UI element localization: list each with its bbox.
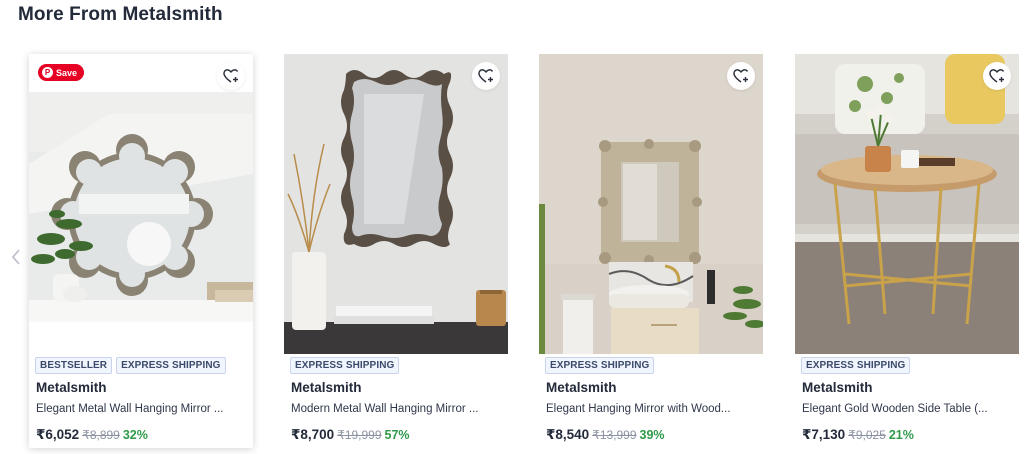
wishlist-icon[interactable] [472,62,500,90]
save-label: Save [56,67,78,78]
price-row: ₹8,540 ₹13,999 39% [546,427,665,443]
express-shipping-tag: EXPRESS SHIPPING [801,357,911,374]
product-discount: 39% [639,428,665,442]
product-mrp: ₹9,025 [848,428,886,442]
product-brand: Metalsmith [291,380,362,395]
product-name[interactable]: Modern Metal Wall Hanging Mirror ... [291,403,478,415]
chevron-left-icon[interactable] [8,246,24,268]
product-image[interactable] [539,54,763,354]
product-brand: Metalsmith [546,380,617,395]
product-image[interactable]: P Save [29,54,253,354]
product-price: ₹8,700 [291,427,335,442]
product-price: ₹7,130 [802,427,846,442]
wishlist-icon[interactable] [983,62,1011,90]
product-name[interactable]: Elegant Hanging Mirror with Wood... [546,403,731,415]
product-name[interactable]: Elegant Gold Wooden Side Table (... [802,403,988,415]
product-brand: Metalsmith [36,380,107,395]
product-image[interactable] [284,54,508,354]
price-row: ₹7,130 ₹9,025 21% [802,427,914,443]
price-row: ₹8,700 ₹19,999 57% [291,427,410,443]
tag-list: BESTSELLER EXPRESS SHIPPING [35,357,226,374]
product-mrp: ₹13,999 [592,428,637,442]
product-name[interactable]: Elegant Metal Wall Hanging Mirror ... [36,403,223,415]
product-discount: 32% [122,428,148,442]
price-row: ₹6,052 ₹8,899 32% [36,427,148,443]
product-image[interactable] [795,54,1019,354]
product-card[interactable]: P Save BESTSELLER EXPRESS SHIPPING Metal… [29,54,253,448]
section-title: More From Metalsmith [18,4,223,25]
express-shipping-tag: EXPRESS SHIPPING [116,357,226,374]
product-price: ₹6,052 [36,427,80,442]
product-card[interactable]: EXPRESS SHIPPING Metalsmith Modern Metal… [284,54,508,448]
product-mrp: ₹19,999 [337,428,382,442]
product-price: ₹8,540 [546,427,590,442]
tag-list: EXPRESS SHIPPING [801,357,911,374]
bestseller-tag: BESTSELLER [35,357,113,374]
pinterest-icon: P [42,67,53,78]
tag-list: EXPRESS SHIPPING [290,357,400,374]
wishlist-icon[interactable] [727,62,755,90]
tag-list: EXPRESS SHIPPING [545,357,655,374]
pinterest-save-button[interactable]: P Save [38,64,85,81]
express-shipping-tag: EXPRESS SHIPPING [290,357,400,374]
product-discount: 21% [888,428,914,442]
wishlist-icon[interactable] [217,62,245,90]
product-mrp: ₹8,899 [82,428,120,442]
product-discount: 57% [384,428,410,442]
express-shipping-tag: EXPRESS SHIPPING [545,357,655,374]
product-brand: Metalsmith [802,380,873,395]
product-card[interactable]: EXPRESS SHIPPING Metalsmith Elegant Gold… [795,54,1019,448]
product-card[interactable]: EXPRESS SHIPPING Metalsmith Elegant Hang… [539,54,763,448]
